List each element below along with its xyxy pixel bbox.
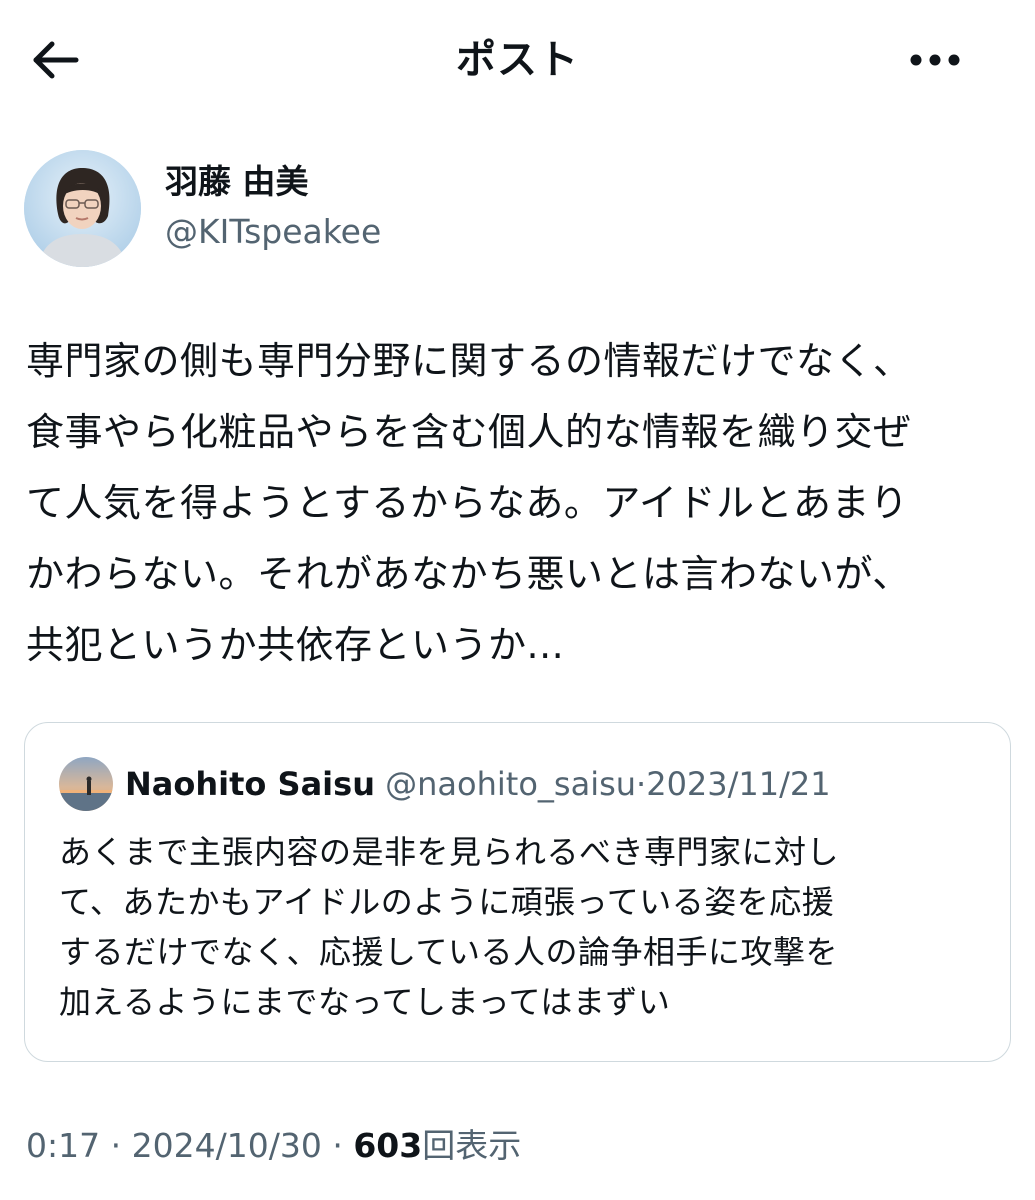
quoted-author-avatar[interactable] [59,757,113,811]
views-count[interactable]: 603 [353,1126,422,1165]
post-text-line: て人気を得ようとするからなあ。アイドルとあまり [26,481,909,525]
quoted-post[interactable]: Naohito Saisu @naohito_saisu·2023/11/21 … [24,722,1011,1062]
quoted-post-date: 2023/11/21 [646,765,831,803]
separator-dot: · [636,765,647,803]
quoted-author-handle[interactable]: @naohito_saisu [385,765,636,803]
more-options-button[interactable] [900,34,970,86]
post-date: 2024/10/30 [131,1126,322,1165]
page-title: ポスト [456,37,579,83]
post-text: 専門家の側も専門分野に関するの情報だけでなく、 食事やら化粧品やらを含む個人的な… [26,326,1016,681]
post-text-line: 食事やら化粧品やらを含む個人的な情報を織り交ぜ [26,410,912,454]
author-portrait-image [24,150,141,267]
quoted-post-text: あくまで主張内容の是非を見られるべき専門家に対し て、あたかもアイドルのように頑… [59,827,999,1027]
quoted-text-line: て、あたかもアイドルのように頑張っている姿を応援 [59,883,835,921]
quoted-text-line: するだけでなく、応援している人の論争相手に攻撃を [59,933,839,971]
quoted-post-header: Naohito Saisu @naohito_saisu·2023/11/21 [125,761,831,807]
top-bar: ポスト [0,0,1035,118]
views-label: 回表示 [422,1126,522,1165]
post-text-line: かわらない。それがあなかち悪いとは言わないが、 [26,552,911,596]
separator-dot: · [110,1126,122,1165]
quoted-author-name[interactable]: Naohito Saisu [125,765,375,803]
sunset-photo-image [59,757,113,811]
post-text-line: 専門家の側も専門分野に関するの情報だけでなく、 [26,339,912,383]
post-text-line: 共犯というか共依存というか... [26,623,565,667]
author-handle[interactable]: @KITspeakee [165,210,381,254]
author-avatar[interactable] [24,150,141,267]
author-name[interactable]: 羽藤 由美 [165,160,309,204]
quoted-text-line: 加えるようにまでなってしまってはまずい [59,983,671,1021]
more-horizontal-icon [910,54,960,66]
post-detail-screen: ポスト 羽藤 由美 @KITspeakee 専門家の側も専門分野に関するの情報だ… [0,0,1035,1200]
quoted-text-line: あくまで主張内容の是非を見られるべき専門家に対し [59,833,840,871]
separator-dot: · [332,1126,343,1165]
post-time: 0:17 [26,1126,101,1165]
post-meta: 0:17 · 2024/10/30 · 603回表示 [26,1122,521,1170]
